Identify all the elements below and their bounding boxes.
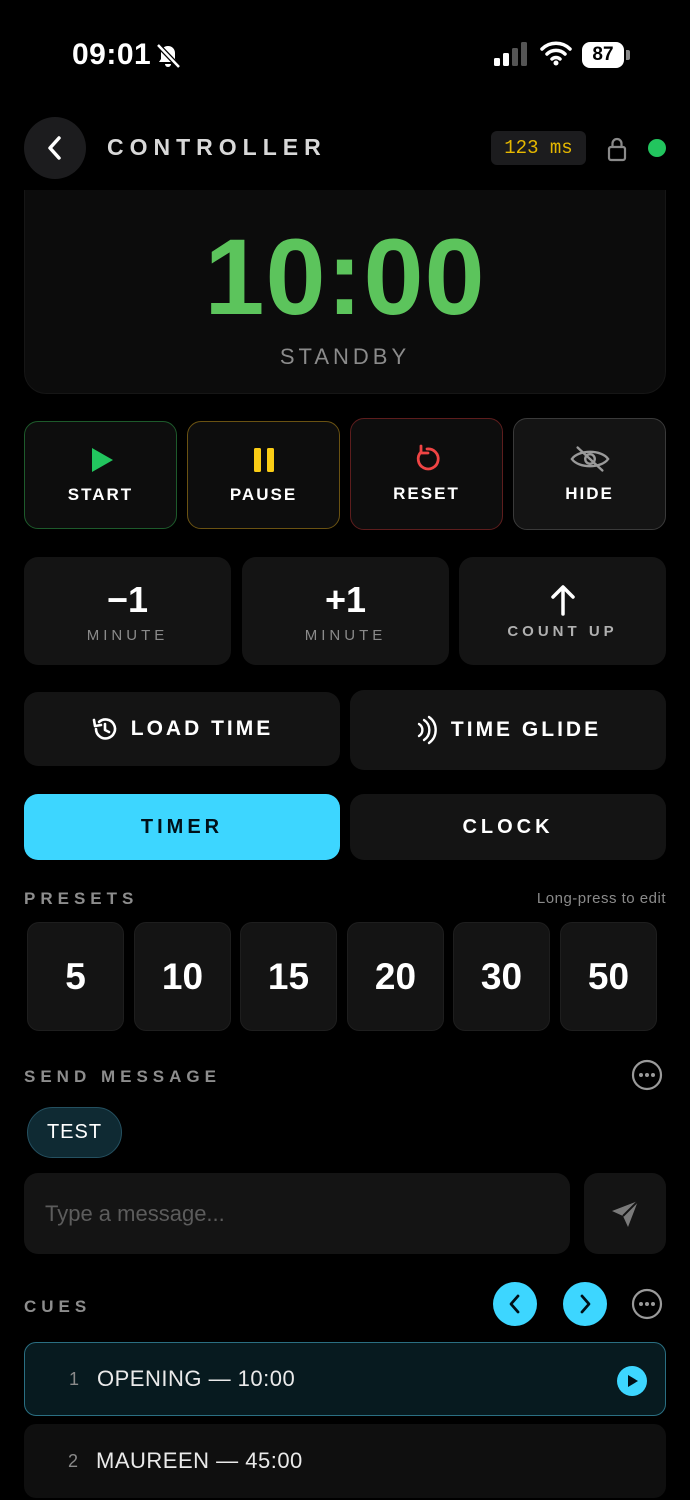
count-up-button[interactable]: COUNT UP	[459, 557, 666, 665]
pause-button-label: PAUSE	[229, 485, 298, 504]
mode-clock-tab[interactable]: CLOCK	[350, 794, 666, 860]
battery-level: 87	[582, 42, 624, 68]
cue-number: 1	[68, 1368, 79, 1389]
mode-timer-tab[interactable]: TIMER	[24, 794, 340, 860]
load-time-label: LOAD TIME	[130, 717, 274, 740]
cue-prev-button[interactable]	[493, 1282, 537, 1326]
chevron-left-icon	[48, 136, 61, 160]
back-button[interactable]	[24, 117, 86, 179]
send-icon	[612, 1199, 639, 1227]
wifi-icon	[540, 41, 572, 66]
cue-name: MAUREEN — 45:00	[96, 1448, 303, 1473]
arrow-up-icon	[550, 584, 575, 616]
presets-heading: PRESETS	[24, 889, 139, 908]
time-glide-button[interactable]: TIME GLIDE	[350, 690, 666, 770]
cue-number: 2	[67, 1450, 78, 1471]
cue-play-button[interactable]	[617, 1366, 647, 1396]
cue-name: OPENING — 10:00	[97, 1366, 296, 1391]
hide-button[interactable]: HIDE	[513, 418, 666, 530]
chevron-right-icon	[580, 1294, 591, 1314]
minus-minute-unit: MINUTE	[86, 626, 169, 644]
latency-badge: 123 ms	[491, 131, 586, 165]
plus-minute-unit: MINUTE	[304, 626, 387, 644]
cue-row[interactable]: 2 MAUREEN — 45:00	[24, 1424, 666, 1498]
history-icon	[92, 718, 117, 740]
plus-minute-button[interactable]: +1 MINUTE	[242, 557, 449, 665]
page-title: CONTROLLER	[107, 134, 327, 160]
timer-display-time: 10:00	[204, 216, 486, 337]
plus-minute-value: +1	[324, 578, 367, 620]
presets-hint: Long-press to edit	[536, 890, 666, 907]
status-bar-time: 09:01	[72, 38, 152, 71]
preset-button[interactable]: 15	[240, 922, 337, 1031]
preset-button[interactable]: 10	[134, 922, 231, 1031]
time-glide-label: TIME GLIDE	[450, 718, 602, 741]
preset-button[interactable]: 30	[453, 922, 550, 1031]
cues-more-options-icon[interactable]	[631, 1288, 663, 1320]
send-message-heading: SEND MESSAGE	[24, 1067, 221, 1086]
cue-next-button[interactable]	[563, 1282, 607, 1326]
pause-button[interactable]: PAUSE	[187, 421, 340, 529]
reset-button-label: RESET	[393, 484, 460, 503]
chevron-left-icon	[509, 1294, 520, 1314]
preset-button[interactable]: 5	[27, 922, 124, 1031]
message-chip[interactable]: TEST	[27, 1107, 122, 1158]
start-button-label: START	[67, 485, 134, 504]
message-input[interactable]	[24, 1173, 570, 1254]
send-button[interactable]	[584, 1173, 666, 1254]
minus-minute-value: −1	[106, 578, 149, 620]
connection-status-dot	[648, 139, 666, 157]
minus-minute-button[interactable]: −1 MINUTE	[24, 557, 231, 665]
reset-button[interactable]: RESET	[350, 418, 503, 530]
eye-off-icon	[569, 446, 610, 472]
cue-row-active[interactable]: 1 OPENING — 10:00	[24, 1342, 666, 1416]
lock-icon[interactable]	[606, 136, 628, 162]
cellular-signal-icon	[494, 42, 527, 66]
glide-waves-icon	[417, 715, 437, 745]
count-up-label: COUNT UP	[507, 622, 618, 640]
timer-display-state: STANDBY	[279, 344, 411, 369]
battery-indicator: 87	[582, 42, 630, 68]
play-icon	[628, 1375, 638, 1387]
pause-icon	[253, 448, 274, 472]
reset-icon	[416, 444, 440, 471]
start-button[interactable]: START	[24, 421, 177, 529]
more-options-icon[interactable]	[631, 1059, 663, 1091]
hide-button-label: HIDE	[565, 484, 614, 503]
preset-button[interactable]: 50	[560, 922, 657, 1031]
load-time-button[interactable]: LOAD TIME	[24, 692, 340, 766]
bell-off-icon	[156, 43, 181, 69]
cues-heading: CUES	[24, 1297, 92, 1316]
play-icon	[91, 448, 113, 472]
preset-button[interactable]: 20	[347, 922, 444, 1031]
